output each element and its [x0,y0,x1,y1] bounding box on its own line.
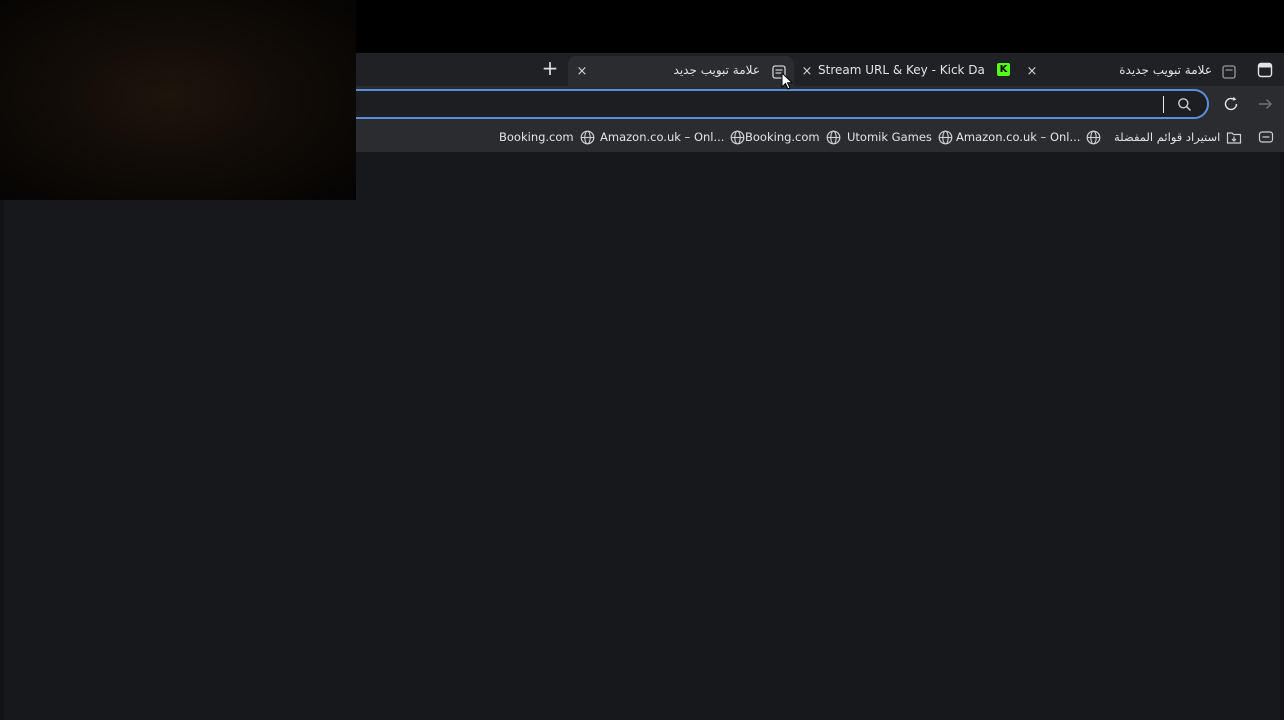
tab-title: علامة تبويب جديدة [1119,63,1212,77]
tab-title: Stream URL & Key - Kick Dashboard [818,63,984,77]
page-content [4,152,1280,720]
webcam-overlay [0,0,356,200]
bookmark-label: Booking.com [745,130,820,144]
reload-icon[interactable] [1222,95,1240,113]
bookmark-amazon[interactable]: Amazon.co.uk – Onl... [956,128,1101,146]
address-bar[interactable] [300,89,1209,119]
address-input[interactable] [372,95,1152,113]
globe-icon [580,130,595,144]
bookmark-label: Booking.com [499,130,574,144]
kick-logo-icon: K [997,63,1010,76]
close-tab-icon[interactable]: × [574,64,590,80]
bookmarks-overflow-icon[interactable] [1258,130,1274,144]
mouse-cursor-icon [781,72,793,90]
bookmark-label: Amazon.co.uk – Onl... [600,130,725,144]
tab-new-tab-active[interactable]: × علامة تبويب جديدة [568,56,794,86]
bookmark-label: استيراد قوائم المفضلة [1114,130,1221,144]
globe-icon [938,130,953,144]
close-tab-icon[interactable]: × [1024,64,1040,80]
tab-kick-dashboard[interactable]: × Stream URL & Key - Kick Dashboard [797,56,1023,86]
globe-icon [1087,130,1101,144]
bookmark-label: Utomik Games [847,130,932,144]
screen: + × علامة تبويب جديدة × Stream URL & Key… [0,0,1284,720]
tab-title: علامة تبويب جديدة [674,63,760,77]
bookmark-utomik[interactable]: Utomik Games [847,128,953,146]
bookmark-amazon[interactable]: Amazon.co.uk – Onl... [600,128,745,146]
tab-actions-icon[interactable] [1257,62,1273,78]
globe-icon [731,130,745,144]
text-caret [1163,96,1164,113]
new-tab-button[interactable]: + [540,58,560,79]
search-icon[interactable] [1177,97,1192,112]
globe-icon [826,130,841,144]
forward-arrow-icon[interactable] [1257,96,1274,112]
bookmark-booking[interactable]: Booking.com [745,128,841,146]
bookmark-booking[interactable]: Booking.com [499,128,595,146]
bookmark-label: Amazon.co.uk – Onl... [956,130,1081,144]
tab-new-tab[interactable]: × علامة تبويب جديدة [1022,56,1244,86]
import-folder-icon [1227,131,1242,144]
tab-page-icon [1222,65,1236,79]
close-tab-icon[interactable]: × [799,64,815,80]
bookmark-import-favorites[interactable]: استيراد قوائم المفضلة [1114,128,1242,146]
